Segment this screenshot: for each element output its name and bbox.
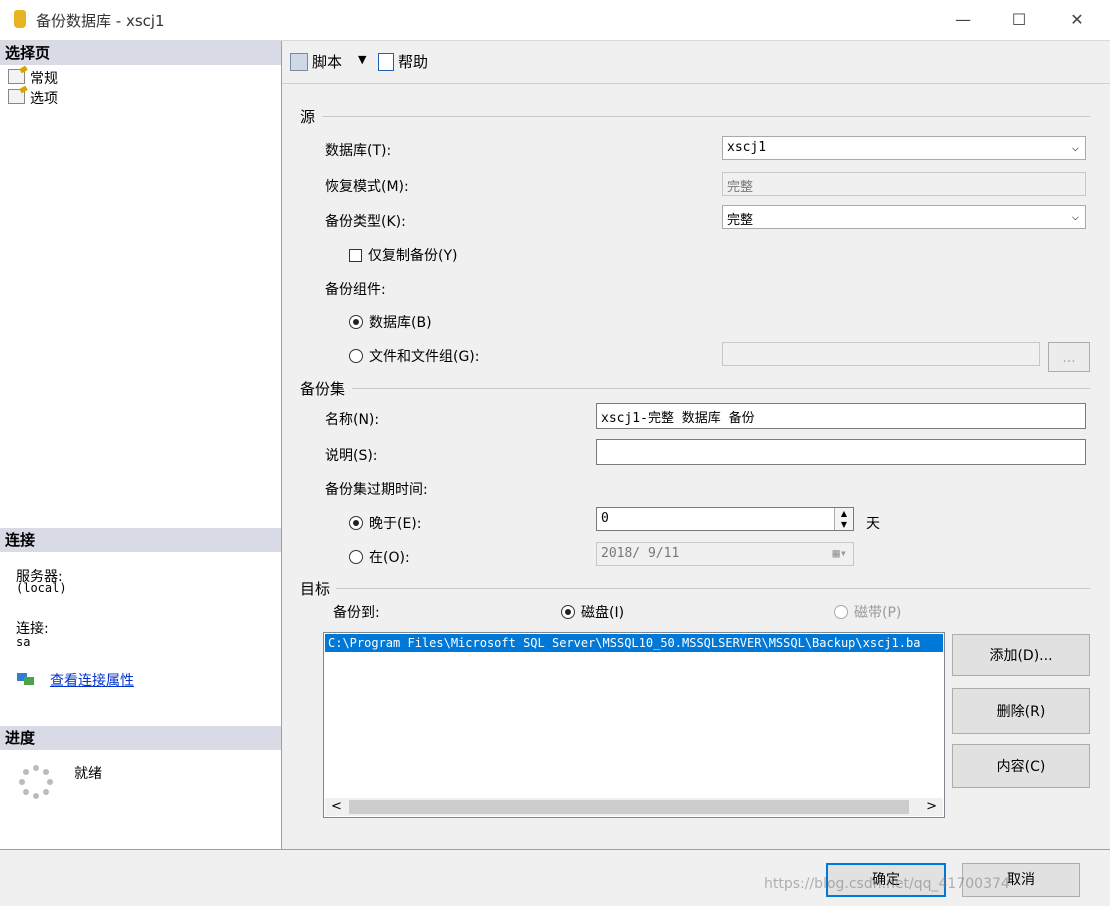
backup-type-label: 备份类型(K): xyxy=(325,214,406,230)
recovery-model-field: 完整 xyxy=(722,172,1086,196)
backup-type-select[interactable]: 完整 ⌵ xyxy=(722,205,1086,229)
days-unit-label: 天 xyxy=(866,516,880,532)
database-select-value: xscj1 xyxy=(727,140,767,155)
window-title: 备份数据库 - xscj1 xyxy=(36,12,165,30)
progress-header: 进度 xyxy=(0,726,281,750)
watermark: https://blog.csdn.net/qq_41700374 xyxy=(764,876,1010,892)
component-files-radio[interactable]: 文件和文件组(G): xyxy=(349,346,480,366)
help-icon xyxy=(378,53,394,71)
backup-component-label: 备份组件: xyxy=(325,282,386,298)
radio-button[interactable] xyxy=(349,550,363,564)
help-label: 帮助 xyxy=(398,53,429,71)
connection-value: sa xyxy=(16,635,31,649)
radio-button[interactable] xyxy=(349,516,363,530)
contents-button[interactable]: 内容(C) xyxy=(952,744,1090,788)
page-item-label: 常规 xyxy=(30,71,58,87)
calendar-icon: ▦▾ xyxy=(832,546,847,560)
database-icon xyxy=(14,10,26,28)
files-field xyxy=(722,342,1040,366)
select-page-header: 选择页 xyxy=(0,41,281,65)
component-files-label: 文件和文件组(G): xyxy=(369,349,480,365)
expire-date-value: 2018/ 9/11 xyxy=(601,546,680,561)
source-group-title: 源 xyxy=(300,108,316,126)
destination-divider xyxy=(336,588,1090,589)
help-button[interactable]: 帮助 xyxy=(378,51,428,72)
scroll-thumb[interactable] xyxy=(349,800,909,814)
days-spinner[interactable]: ▲ ▼ xyxy=(834,508,853,530)
disk-label: 磁盘(I) xyxy=(581,605,625,621)
remove-button[interactable]: 删除(R) xyxy=(952,688,1090,734)
toolbar: 脚本 ▼ 帮助 xyxy=(282,41,1110,84)
list-item[interactable]: C:\Program Files\Microsoft SQL Server\MS… xyxy=(325,634,943,652)
source-divider xyxy=(322,116,1090,117)
scroll-right-icon[interactable]: > xyxy=(926,799,937,814)
radio-button[interactable] xyxy=(561,605,575,619)
description-label: 说明(S): xyxy=(325,448,378,464)
expire-days-input[interactable]: 0 xyxy=(596,507,854,531)
page-item-label: 选项 xyxy=(30,91,58,107)
title-bar: 备份数据库 - xscj1 — ☐ ✕ xyxy=(0,0,1110,41)
chevron-down-icon: ⌵ xyxy=(1071,209,1079,223)
minimize-button[interactable]: — xyxy=(940,6,986,34)
component-database-radio[interactable]: 数据库(B) xyxy=(349,312,432,332)
connection-header: 连接 xyxy=(0,528,281,552)
server-value: (local) xyxy=(16,581,67,595)
expire-label: 备份集过期时间: xyxy=(325,482,428,498)
scroll-left-icon[interactable]: < xyxy=(331,799,342,814)
backup-set-group-title: 备份集 xyxy=(300,380,346,398)
disk-radio[interactable]: 磁盘(I) xyxy=(561,602,624,622)
chevron-down-icon: ⌵ xyxy=(1071,140,1079,154)
checkbox-box[interactable] xyxy=(349,249,362,262)
backup-name-label: 名称(N): xyxy=(325,412,380,428)
description-input[interactable] xyxy=(596,439,1086,465)
horizontal-scrollbar[interactable]: < > xyxy=(325,798,943,816)
recovery-model-label: 恢复模式(M): xyxy=(325,179,409,195)
expire-date-picker[interactable]: 2018/ 9/11 ▦▾ xyxy=(596,542,854,566)
tape-radio[interactable]: 磁带(P) xyxy=(834,602,901,622)
page-icon xyxy=(8,69,25,84)
view-connection-properties-link[interactable]: 查看连接属性 xyxy=(50,670,134,690)
close-button[interactable]: ✕ xyxy=(1054,6,1100,34)
expire-after-radio[interactable]: 晚于(E): xyxy=(349,513,422,533)
page-item-general[interactable]: 常规 xyxy=(8,68,58,88)
files-browse-button[interactable]: ... xyxy=(1048,342,1090,372)
radio-button[interactable] xyxy=(834,605,848,619)
backup-name-input[interactable]: xscj1-完整 数据库 备份 xyxy=(596,403,1086,429)
tape-label: 磁带(P) xyxy=(854,605,902,621)
script-icon xyxy=(290,53,308,71)
page-icon xyxy=(8,89,25,104)
component-database-label: 数据库(B) xyxy=(369,315,432,331)
add-button[interactable]: 添加(D)... xyxy=(952,634,1090,676)
backup-type-value: 完整 xyxy=(727,213,754,228)
destination-group-title: 目标 xyxy=(300,580,331,598)
expire-on-label: 在(O): xyxy=(369,550,410,566)
script-label: 脚本 xyxy=(312,53,343,71)
destination-list[interactable]: C:\Program Files\Microsoft SQL Server\MS… xyxy=(323,632,945,818)
backup-to-label: 备份到: xyxy=(333,605,380,621)
connection-properties-icon xyxy=(16,672,36,686)
database-label: 数据库(T): xyxy=(325,143,392,159)
progress-status: 就绪 xyxy=(74,766,102,782)
copy-only-label: 仅复制备份(Y) xyxy=(368,248,458,264)
maximize-button[interactable]: ☐ xyxy=(996,6,1042,34)
expire-after-label: 晚于(E): xyxy=(369,516,422,532)
script-button[interactable]: 脚本 xyxy=(290,51,342,72)
database-select[interactable]: xscj1 ⌵ xyxy=(722,136,1086,160)
script-dropdown-icon[interactable]: ▼ xyxy=(358,53,366,66)
copy-only-checkbox[interactable]: 仅复制备份(Y) xyxy=(349,245,457,265)
progress-spinner-icon xyxy=(18,764,54,800)
radio-button[interactable] xyxy=(349,349,363,363)
backup-set-divider xyxy=(352,388,1090,389)
radio-button[interactable] xyxy=(349,315,363,329)
expire-on-radio[interactable]: 在(O): xyxy=(349,547,410,567)
page-item-options[interactable]: 选项 xyxy=(8,88,58,108)
